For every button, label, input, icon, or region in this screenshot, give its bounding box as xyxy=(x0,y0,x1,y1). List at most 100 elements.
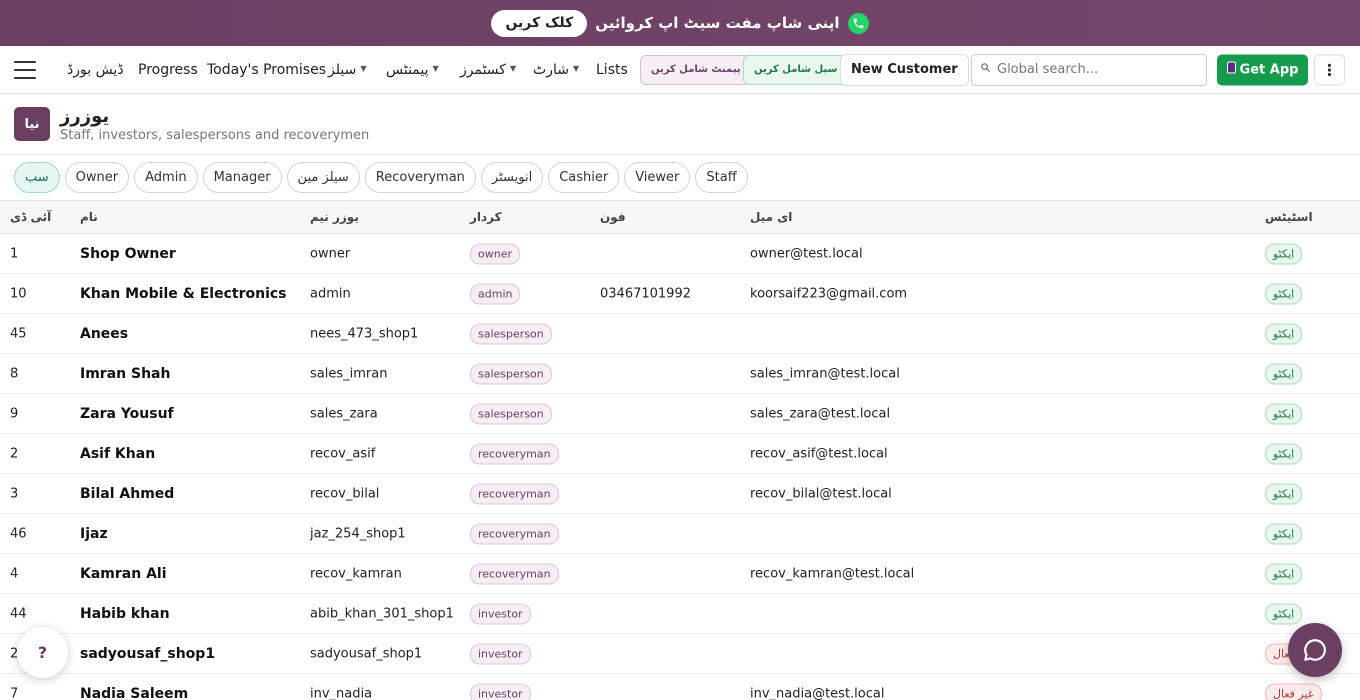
promo-text: اپنی شاپ مفت سیٹ اپ کروائیں xyxy=(595,14,840,32)
status-badge: ایکٹو xyxy=(1265,243,1303,264)
whatsapp-icon[interactable] xyxy=(847,12,869,34)
user-name[interactable]: Imran Shah xyxy=(80,366,170,382)
table-row[interactable]: 1 Shop Owner owner owner owner@test.loca… xyxy=(0,234,1360,274)
user-id: 10 xyxy=(10,286,27,301)
user-username: inv_nadia xyxy=(310,686,373,700)
table-row[interactable]: 8 Imran Shah sales_imran salesperson sal… xyxy=(0,354,1360,394)
user-username: sales_zara xyxy=(310,406,378,421)
user-username: recov_kamran xyxy=(310,566,402,581)
nav-short-label: شارٹ xyxy=(533,61,569,78)
user-name[interactable]: Nadia Saleem xyxy=(80,686,188,700)
user-id: 45 xyxy=(10,326,27,341)
filter-chip-staff[interactable]: Staff xyxy=(695,162,748,193)
filter-chip-viewer[interactable]: Viewer xyxy=(624,162,691,193)
table-row[interactable]: 2 Asif Khan recov_asif recoveryman recov… xyxy=(0,434,1360,474)
top-navbar: ڈیش بورڈ Progress Today's Promises سیلز ▼… xyxy=(0,46,1360,94)
chat-button[interactable] xyxy=(1288,623,1342,677)
filter-chip-owner[interactable]: Owner xyxy=(64,162,130,193)
role-badge: recoveryman xyxy=(470,443,559,464)
new-customer-button[interactable]: New Customer xyxy=(840,53,969,86)
nav-short-dropdown[interactable]: شارٹ ▼ xyxy=(533,62,579,78)
column-header-role[interactable]: کردار xyxy=(470,210,502,224)
nav-customers-dropdown[interactable]: کسٹمرز ▼ xyxy=(460,62,516,78)
nav-payments-label: پیمنٹس xyxy=(386,61,429,78)
role-badge: owner xyxy=(470,243,520,264)
role-badge: salesperson xyxy=(470,403,552,424)
user-phone: 03467101992 xyxy=(600,286,691,301)
nav-dashboard[interactable]: ڈیش بورڈ xyxy=(67,62,124,78)
add-sale-button[interactable]: سیل شامل کریں xyxy=(743,54,849,85)
user-email: sales_zara@test.local xyxy=(750,406,891,421)
column-header-phone[interactable]: فون xyxy=(600,210,626,224)
table-row[interactable]: 46 Ijaz jaz_254_shop1 recoveryman ایکٹو xyxy=(0,514,1360,554)
user-name[interactable]: Khan Mobile & Electronics xyxy=(80,286,287,302)
filter-chip-salesman[interactable]: سیلز مین xyxy=(286,162,360,193)
user-username: jaz_254_shop1 xyxy=(310,526,406,541)
add-payment-button[interactable]: پیمنٹ شامل کریں xyxy=(640,54,752,85)
global-search xyxy=(971,53,1207,86)
get-app-label: Get App xyxy=(1239,62,1299,77)
user-name[interactable]: Kamran Ali xyxy=(80,566,167,582)
help-button[interactable]: ? xyxy=(17,627,68,678)
chevron-down-icon: ▼ xyxy=(360,63,367,73)
new-user-button[interactable]: نیا xyxy=(14,107,50,141)
global-search-input[interactable] xyxy=(997,62,1187,77)
promo-cta-button[interactable]: کلک کریں xyxy=(491,9,588,37)
page-header: نیا یوزرز Staff, investors, salespersons… xyxy=(0,94,1360,155)
user-name[interactable]: Zara Yousuf xyxy=(80,406,174,422)
user-email: recov_kamran@test.local xyxy=(750,566,915,581)
user-id: 46 xyxy=(10,526,27,541)
column-header-email[interactable]: ای میل xyxy=(750,210,792,224)
filter-chip-all[interactable]: سب xyxy=(14,162,60,193)
table-row[interactable]: 44 Habib khan abib_khan_301_shop1 invest… xyxy=(0,594,1360,634)
nav-todays-promises[interactable]: Today's Promises xyxy=(207,62,326,78)
status-badge: ایکٹو xyxy=(1265,403,1303,424)
column-header-name[interactable]: نام xyxy=(80,210,98,224)
more-options-icon[interactable]: ⋮ xyxy=(1314,54,1345,85)
search-icon xyxy=(980,62,991,77)
hamburger-menu-icon[interactable] xyxy=(14,60,36,79)
user-email: recov_asif@test.local xyxy=(750,446,888,461)
table-row[interactable]: 3 Bilal Ahmed recov_bilal recoveryman re… xyxy=(0,474,1360,514)
status-badge: ایکٹو xyxy=(1265,563,1303,584)
column-header-id[interactable]: آئی ڈی xyxy=(10,210,51,224)
filter-chip-admin[interactable]: Admin xyxy=(134,162,198,193)
table-row[interactable]: 24 sadyousaf_shop1 sadyousaf_shop1 inves… xyxy=(0,634,1360,674)
filter-chip-cashier[interactable]: Cashier xyxy=(548,162,620,193)
column-header-username[interactable]: یوزر نیم xyxy=(310,210,359,224)
user-username: owner xyxy=(310,246,351,261)
nav-lists[interactable]: Lists xyxy=(596,62,628,78)
role-badge: salesperson xyxy=(470,363,552,384)
user-name[interactable]: Ijaz xyxy=(80,526,108,542)
user-name[interactable]: Shop Owner xyxy=(80,246,176,262)
role-badge: admin xyxy=(470,283,521,304)
get-app-button[interactable]: Get App xyxy=(1217,54,1308,85)
users-table-header: آئی ڈی نام یوزر نیم کردار فون ای میل اسٹ… xyxy=(0,201,1360,234)
user-email: recov_bilal@test.local xyxy=(750,486,892,501)
question-mark-icon: ? xyxy=(37,643,48,662)
nav-sales-dropdown[interactable]: سیلز ▼ xyxy=(328,62,366,78)
filter-chip-recoveryman[interactable]: Recoveryman xyxy=(364,162,476,193)
table-row[interactable]: 9 Zara Yousuf sales_zara salesperson sal… xyxy=(0,394,1360,434)
user-name[interactable]: Asif Khan xyxy=(80,446,155,462)
user-username: admin xyxy=(310,286,351,301)
user-email: inv_nadia@test.local xyxy=(750,686,885,700)
user-name[interactable]: sadyousaf_shop1 xyxy=(80,646,215,662)
chevron-down-icon: ▼ xyxy=(432,63,439,73)
nav-payments-dropdown[interactable]: پیمنٹس ▼ xyxy=(386,62,439,78)
chevron-down-icon: ▼ xyxy=(509,63,517,73)
table-row[interactable]: 7 Nadia Saleem inv_nadia investor inv_na… xyxy=(0,674,1360,700)
table-row[interactable]: 4 Kamran Ali recov_kamran recoveryman re… xyxy=(0,554,1360,594)
filter-chip-manager[interactable]: Manager xyxy=(202,162,282,193)
nav-progress[interactable]: Progress xyxy=(138,62,198,78)
user-name[interactable]: Anees xyxy=(80,326,128,342)
table-row[interactable]: 45 Anees nees_473_shop1 salesperson ایکٹ… xyxy=(0,314,1360,354)
user-id: 9 xyxy=(10,406,19,421)
table-row[interactable]: 10 Khan Mobile & Electronics admin admin… xyxy=(0,274,1360,314)
column-header-status[interactable]: اسٹیٹس xyxy=(1265,210,1313,224)
filter-chip-investor[interactable]: انویسٹر xyxy=(480,162,544,193)
phone-app-icon xyxy=(1226,61,1236,78)
status-badge: ایکٹو xyxy=(1265,483,1303,504)
user-name[interactable]: Habib khan xyxy=(80,606,170,622)
user-name[interactable]: Bilal Ahmed xyxy=(80,486,174,502)
